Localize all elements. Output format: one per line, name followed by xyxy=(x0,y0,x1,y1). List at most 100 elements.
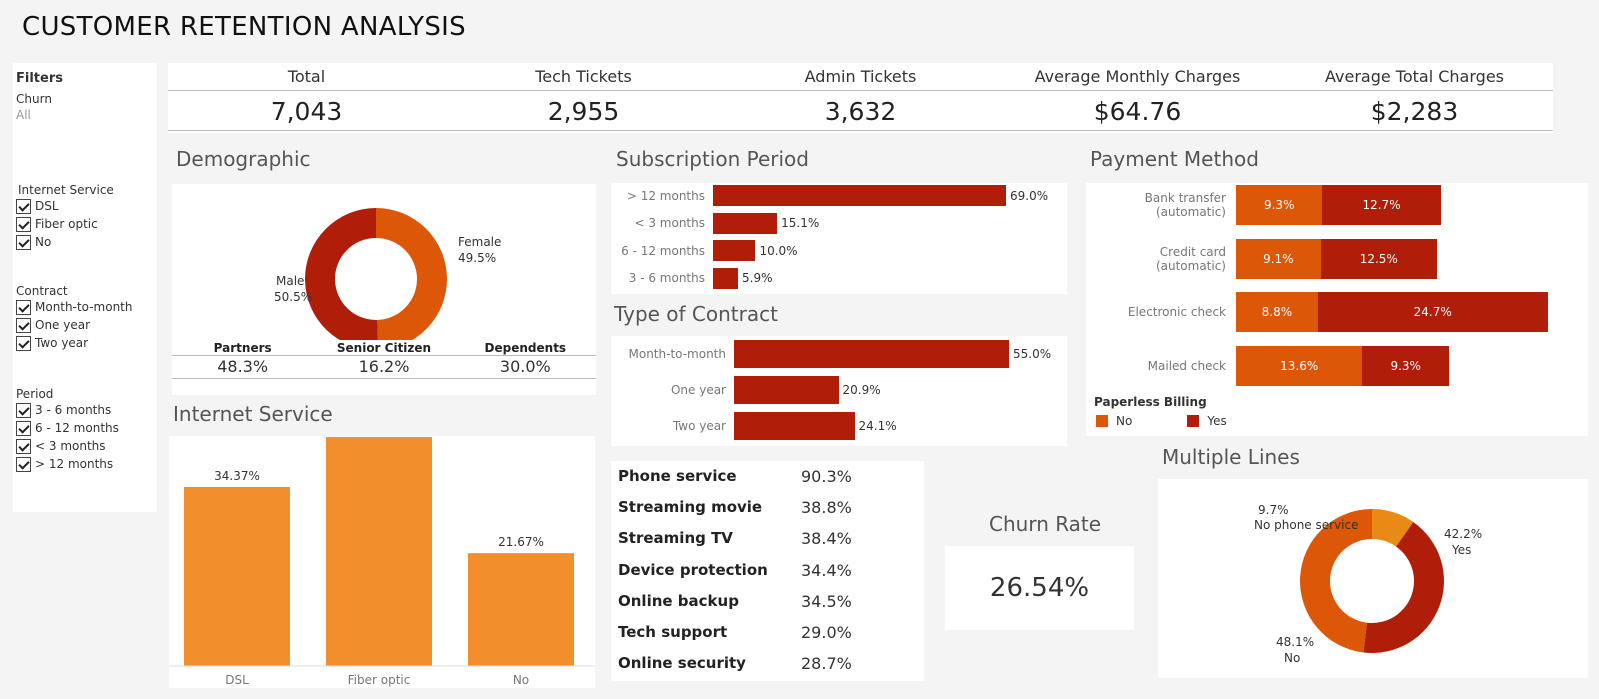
service-row: Streaming movie 38.8% xyxy=(611,492,924,522)
checkbox-icon[interactable] xyxy=(16,234,31,250)
stat-dependents: Dependents 30.0% xyxy=(454,340,596,395)
service-value: 34.5% xyxy=(801,591,852,611)
category-label: < 3 months xyxy=(634,216,705,230)
filter-option-6-12-months[interactable]: 6 - 12 months xyxy=(16,419,119,437)
churn-rate-card: 26.54% xyxy=(945,546,1134,630)
category-label: Two year xyxy=(672,419,726,433)
checkbox-icon[interactable] xyxy=(16,420,31,436)
checkbox-icon[interactable] xyxy=(16,402,31,418)
payment-method-panel: Bank transfer (automatic) 9.3% 12.7% Credit… xyxy=(1086,183,1588,436)
bar-row-6-12-months[interactable]: 6 - 12 months 10.0% xyxy=(611,240,798,261)
filter-option-gt-12-months[interactable]: > 12 months xyxy=(16,455,119,473)
bar[interactable] xyxy=(713,240,756,261)
category-label: Electronic check xyxy=(1127,305,1226,319)
contract-title: Type of Contract xyxy=(614,302,778,326)
checkbox-icon[interactable] xyxy=(16,198,31,214)
services-table: Phone service 90.3% Streaming movie 38.8% … xyxy=(611,461,924,681)
bar-segment-yes[interactable]: 12.7% xyxy=(1322,185,1441,225)
bar[interactable] xyxy=(734,340,1009,368)
category-label: Bank transfer (automatic) xyxy=(1144,191,1226,219)
payment-row-electronic-check[interactable]: Electronic check 8.8% 24.7% xyxy=(1086,292,1548,332)
bar-segment-no[interactable]: 8.8% xyxy=(1236,292,1318,332)
bar-value-label: 21.67% xyxy=(498,535,544,549)
payment-row-credit-card-automatic[interactable]: Credit card (automatic) 9.1% 12.5% xyxy=(1086,238,1437,279)
category-label: > 12 months xyxy=(626,188,705,203)
donut-slice-yes[interactable] xyxy=(1363,521,1444,653)
kpi-value: 7,043 xyxy=(168,91,445,131)
x-tick-label: DSL xyxy=(225,673,249,687)
contract-filter-label: Contract xyxy=(16,284,68,298)
bar-segment-yes[interactable]: 24.7% xyxy=(1317,292,1548,332)
x-tick-label: No xyxy=(513,673,529,687)
bar-row-one-year[interactable]: One year 20.9% xyxy=(611,376,881,404)
checkbox-icon[interactable] xyxy=(16,438,31,454)
bar-segment-yes[interactable]: 9.3% xyxy=(1362,345,1449,386)
bar-dsl[interactable] xyxy=(184,487,290,666)
filter-option-dsl[interactable]: DSL xyxy=(16,197,114,215)
service-name: Streaming TV xyxy=(618,529,733,547)
demographic-panel: Female 49.5% Male 50.5% Partners 48.3% S… xyxy=(172,184,596,395)
service-row: Online security 28.7% xyxy=(611,648,924,678)
payment-row-mailed-check[interactable]: Mailed check 13.6% 9.3% xyxy=(1086,345,1449,386)
checkbox-icon[interactable] xyxy=(16,335,31,351)
no-value-label: 48.1% xyxy=(1276,635,1314,649)
stat-value: 16.2% xyxy=(313,356,455,379)
no-phone-service-value-label: 9.7% xyxy=(1258,503,1289,517)
multiple-lines-title: Multiple Lines xyxy=(1162,445,1300,469)
bar[interactable] xyxy=(713,267,739,289)
bar[interactable] xyxy=(734,412,855,440)
bar-segment-no[interactable]: 9.3% xyxy=(1236,185,1323,225)
filter-option-lt-3-months[interactable]: < 3 months xyxy=(16,437,119,455)
bar-row-lt-3-months[interactable]: < 3 months 15.1% xyxy=(611,212,819,234)
checkbox-icon[interactable] xyxy=(16,299,31,315)
filter-option-one-year[interactable]: One year xyxy=(16,316,133,334)
internet-service-filter: Internet Service DSL Fiber optic No xyxy=(16,183,114,251)
kpi-row: Total 7,043 Tech Tickets 2,955 Admin Tic… xyxy=(168,63,1553,133)
filter-option-month-to-month[interactable]: Month-to-month xyxy=(16,298,133,316)
checkbox-icon[interactable] xyxy=(16,456,31,472)
legend-item-no: No xyxy=(1096,414,1132,428)
checkbox-icon[interactable] xyxy=(16,317,31,333)
stat-senior-citizen: Senior Citizen 16.2% xyxy=(313,340,455,395)
kpi-label: Average Monthly Charges xyxy=(999,63,1276,91)
dashboard-title: CUSTOMER RETENTION ANALYSIS xyxy=(22,12,466,42)
donut-slice-female[interactable] xyxy=(376,208,447,350)
payment-row-bank-transfer-automatic[interactable]: Bank transfer (automatic) 9.3% 12.7% xyxy=(1086,185,1441,225)
bar-segment-no[interactable]: 9.1% xyxy=(1236,238,1321,279)
filters-heading: Filters xyxy=(16,71,63,86)
service-value: 29.0% xyxy=(801,622,852,642)
bar[interactable] xyxy=(734,376,839,404)
bar[interactable] xyxy=(713,185,1006,206)
donut-slice-male[interactable] xyxy=(304,208,379,350)
bar-value-label: 5.9% xyxy=(742,271,773,285)
filter-option-no[interactable]: No xyxy=(16,233,114,251)
payment-legend: No Yes xyxy=(1096,412,1277,431)
bar-no[interactable] xyxy=(468,553,574,666)
filter-option-two-year[interactable]: Two year xyxy=(16,334,133,352)
male-value-label: 50.5% xyxy=(274,290,312,304)
churn-rate-value: 26.54% xyxy=(989,573,1090,603)
filter-option-3-6-months[interactable]: 3 - 6 months xyxy=(16,401,119,419)
checkbox-icon[interactable] xyxy=(16,216,31,232)
female-label: Female xyxy=(458,235,501,249)
bar-segment-yes[interactable]: 12.5% xyxy=(1320,238,1437,279)
female-value-label: 49.5% xyxy=(458,251,496,265)
bar-row-3-6-months[interactable]: 3 - 6 months 5.9% xyxy=(611,267,773,289)
bar[interactable] xyxy=(713,212,778,234)
bar-row-two-year[interactable]: Two year 24.1% xyxy=(611,412,897,440)
bar-segment-no[interactable]: 13.6% xyxy=(1236,345,1363,386)
bar-value-label: 34.37% xyxy=(214,469,260,483)
kpi-admin-tickets: Admin Tickets 3,632 xyxy=(722,63,999,133)
churn-filter-select[interactable]: All xyxy=(16,108,154,122)
gender-donut-chart: Female 49.5% Male 50.5% xyxy=(274,208,501,350)
kpi-value: 2,955 xyxy=(445,91,722,131)
bar-row-gt-12-months[interactable]: > 12 months 69.0% xyxy=(611,185,1048,206)
bar-fiber-optic[interactable] xyxy=(326,437,432,666)
category-label: Month-to-month xyxy=(628,347,727,361)
service-row: Device protection 34.4% xyxy=(611,555,924,585)
demographic-title: Demographic xyxy=(176,147,311,171)
filter-option-fiber-optic[interactable]: Fiber optic xyxy=(16,215,114,233)
bar-row-month-to-month[interactable]: Month-to-month 55.0% xyxy=(611,340,1051,368)
service-name: Online security xyxy=(618,654,746,672)
kpi-average-total-charges: Average Total Charges $2,283 xyxy=(1276,63,1553,133)
